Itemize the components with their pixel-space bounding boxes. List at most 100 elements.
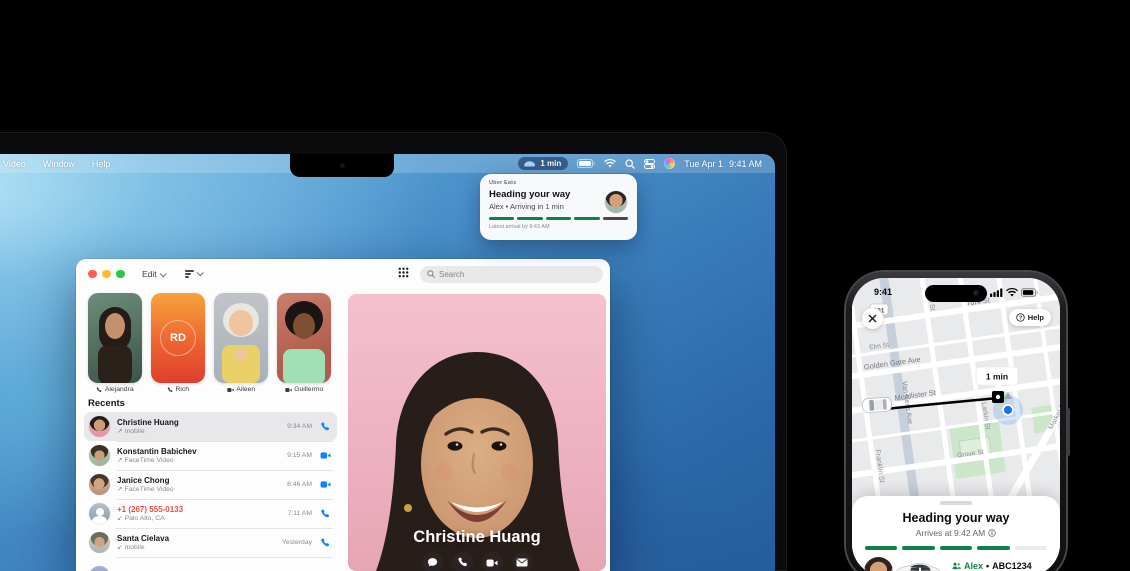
audio-call-button[interactable] (452, 552, 473, 571)
menu-window[interactable]: Window (43, 159, 75, 169)
help-label: Help (1028, 313, 1044, 322)
video-icon (486, 558, 498, 568)
iphone: Turk St Elm St Golden Gate Ave McAlliste… (846, 272, 1066, 571)
message-button[interactable] (422, 552, 443, 571)
list-item[interactable]: Janice Chong ↗ FaceTime Video 8:46 AM (84, 470, 337, 499)
facetime-window: Edit Search (76, 259, 610, 571)
notification-app-name: Uber Eats (489, 180, 628, 186)
call-video-tile[interactable]: Christine Huang (348, 294, 606, 571)
call-video-button[interactable] (319, 480, 331, 489)
call-controls (348, 552, 606, 571)
edit-label: Edit (142, 269, 157, 279)
phone-icon (320, 538, 330, 548)
phone-icon (457, 557, 468, 568)
iphone-side-button (1066, 408, 1070, 456)
front-camera (973, 290, 980, 297)
phone-icon (320, 509, 330, 519)
phone-icon (320, 422, 330, 432)
ride-live-activity-pill[interactable]: 1 min (518, 157, 568, 170)
call-phone-button[interactable] (319, 538, 331, 548)
ride-card-title: Heading your way (852, 511, 1060, 525)
favorite-label: Alejandra (88, 386, 142, 393)
call-phone-button[interactable] (319, 422, 331, 432)
list-item[interactable] (84, 562, 337, 571)
svg-text:1 min: 1 min (986, 372, 1008, 382)
default-avatar-icon (89, 566, 110, 571)
ride-notification[interactable]: Uber Eats Heading your way Alex • Arrivi… (480, 174, 637, 240)
menu-video[interactable]: Video (3, 159, 26, 169)
search-icon[interactable] (625, 159, 635, 169)
favorite-card-aileen[interactable] (214, 293, 268, 383)
driver-car-marker (862, 397, 892, 413)
car-icon (523, 160, 536, 168)
keypad-grid-icon[interactable] (398, 265, 409, 283)
siri-icon[interactable] (664, 158, 675, 169)
avatar (89, 532, 110, 553)
ride-progress (865, 546, 1047, 550)
control-center-icon[interactable] (644, 159, 655, 169)
vehicle-image (888, 559, 944, 571)
minimize-window-button[interactable] (102, 270, 111, 279)
help-button[interactable]: ? Help (1009, 309, 1051, 326)
vehicle-plate: ABC1234 (992, 561, 1032, 571)
sheet-drag-handle[interactable] (940, 501, 972, 505)
menu-bar-clock[interactable]: Tue Apr 1 9:41 AM (684, 159, 762, 169)
call-video-button[interactable] (319, 451, 331, 460)
clock-date: Tue Apr 1 (684, 159, 723, 169)
notification-footer: Latest arrival by 9:43 AM (489, 224, 628, 230)
list-item[interactable]: Christine Huang ↗ mobile 9:34 AM (84, 412, 337, 441)
dynamic-island (925, 285, 987, 302)
user-location-dot (1003, 405, 1013, 415)
list-item[interactable]: +1 (267) 555-0133 ↙ Palo Alto, CA 7:11 A… (84, 499, 337, 528)
separator-dot: • (986, 561, 989, 571)
list-item[interactable]: Konstantin Babichev ↗ FaceTime Video 9:1… (84, 441, 337, 470)
iphone-screen: Turk St Elm St Golden Gate Ave McAlliste… (852, 278, 1060, 571)
chevron-down-icon (196, 270, 203, 277)
clock-time: 9:41 AM (729, 159, 762, 169)
close-button[interactable] (862, 308, 883, 329)
video-icon (320, 480, 331, 489)
help-icon: ? (1016, 313, 1025, 322)
menu-bar-eta: 1 min (540, 159, 561, 168)
video-icon (227, 387, 234, 393)
search-input[interactable]: Search (420, 266, 603, 283)
ride-card[interactable]: Heading your way Arrives at 9:42 AM (852, 496, 1060, 571)
menu-help[interactable]: Help (92, 159, 111, 169)
close-window-button[interactable] (88, 270, 97, 279)
display-notch (290, 154, 394, 177)
edit-button[interactable]: Edit (142, 269, 165, 279)
close-icon (868, 314, 877, 323)
search-placeholder: Search (439, 270, 464, 279)
recents-header: Recents (88, 398, 125, 409)
initials-badge: RD (160, 320, 196, 356)
favorite-card-alejandra[interactable] (88, 293, 142, 383)
chat-bubble-icon (427, 557, 438, 568)
filter-button[interactable] (185, 270, 202, 277)
envelope-icon (516, 558, 528, 567)
avatar (89, 416, 110, 437)
wifi-icon[interactable] (604, 159, 616, 168)
chevron-down-icon (159, 270, 166, 277)
battery-icon[interactable] (577, 159, 595, 168)
screenshot-stage: Video Window Help 1 min (0, 0, 1130, 571)
facetime-toolbar: Edit Search (76, 259, 610, 289)
favorite-label: Guillermo (277, 386, 331, 393)
callee-name: Christine Huang (348, 528, 606, 547)
favorites-row: RD (88, 293, 331, 383)
info-icon[interactable] (988, 529, 996, 537)
list-item[interactable]: Santa Cielava ↙ mobile Yesterday (84, 528, 337, 557)
zoom-window-button[interactable] (116, 270, 125, 279)
driver-row: Alex • ABC1234 White Honda Civic (864, 557, 1048, 571)
video-call-button[interactable] (482, 552, 503, 571)
favorite-card-guillermo[interactable] (277, 293, 331, 383)
svg-text:?: ? (1019, 315, 1022, 321)
default-avatar-icon (89, 503, 110, 524)
carpool-icon (952, 562, 961, 570)
call-phone-button[interactable] (319, 509, 331, 519)
video-icon (285, 387, 292, 393)
mail-button[interactable] (512, 552, 533, 571)
battery-icon (1021, 288, 1038, 297)
avatar (89, 445, 110, 466)
favorite-card-rich[interactable]: RD (151, 293, 205, 383)
ride-card-subtitle: Arrives at 9:42 AM (852, 528, 1060, 538)
